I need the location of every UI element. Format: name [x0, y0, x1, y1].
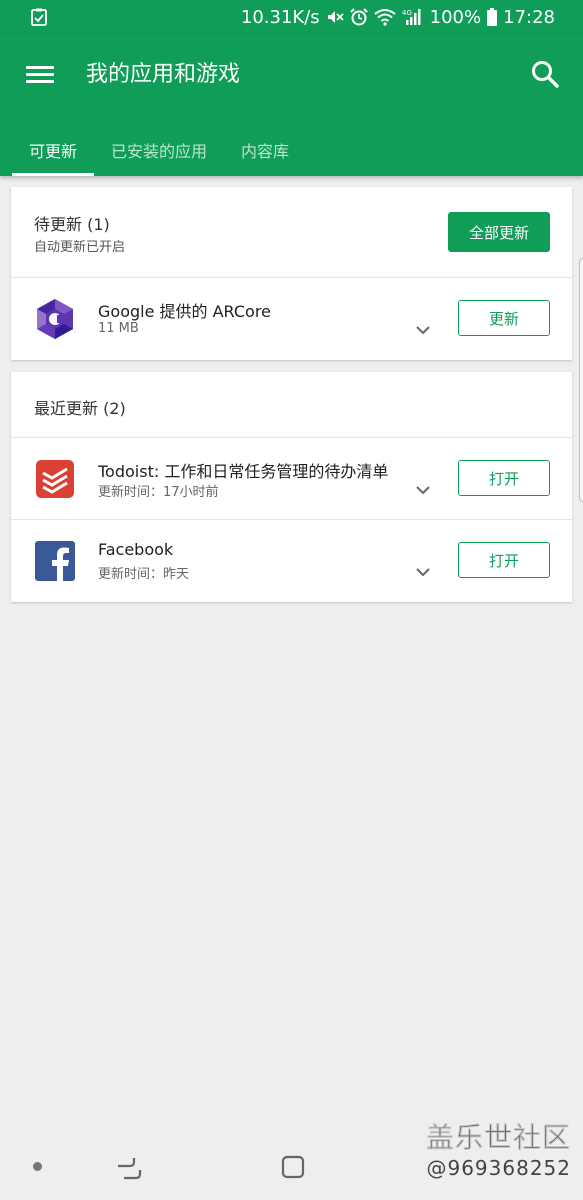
- recent-header: 最近更新 (2): [11, 372, 572, 438]
- open-button[interactable]: 打开: [458, 460, 550, 496]
- pending-updates-card: 待更新 (1) 自动更新已开启 全部更新 Google 提供的 ARCore 1…: [11, 187, 572, 360]
- tab-library[interactable]: 内容库: [224, 124, 306, 176]
- chevron-down-icon[interactable]: [414, 481, 432, 499]
- menu-icon[interactable]: [26, 62, 54, 88]
- chevron-down-icon[interactable]: [414, 321, 432, 339]
- facebook-icon: [35, 541, 75, 581]
- todoist-icon: [36, 460, 74, 498]
- svg-text:4G: 4G: [402, 9, 412, 17]
- search-icon[interactable]: [529, 58, 563, 92]
- app-row-todoist[interactable]: Todoist: 工作和日常任务管理的待办清单 更新时间：17小时前 打开: [11, 438, 572, 520]
- alarm-icon: [349, 8, 368, 26]
- page-title: 我的应用和游戏: [86, 62, 241, 87]
- open-button[interactable]: 打开: [458, 542, 550, 578]
- battery-percent: 100%: [429, 6, 482, 28]
- app-size: 11 MB: [98, 321, 139, 336]
- pending-header: 待更新 (1) 自动更新已开启 全部更新: [11, 187, 572, 278]
- clock: 17:28: [503, 6, 555, 28]
- update-time: 更新时间：17小时前: [98, 485, 219, 500]
- mute-icon: [327, 11, 344, 23]
- update-button[interactable]: 更新: [458, 300, 550, 336]
- screen: 10.31K/s 4G 100% 17:28 我的应用和游戏 可更新 已安装的应…: [0, 0, 583, 1200]
- update-all-button[interactable]: 全部更新: [448, 212, 550, 252]
- update-time: 更新时间：昨天: [98, 567, 190, 582]
- recent-title: 最近更新 (2): [34, 399, 126, 418]
- recent-updates-card: 最近更新 (2) Todoist: 工作和日常任务管理的待办清单 更新时间：17…: [11, 372, 572, 602]
- recent-apps-icon[interactable]: [114, 1154, 144, 1182]
- battery-icon: [487, 8, 498, 26]
- wifi-icon: [374, 9, 396, 26]
- app-name: Facebook: [98, 540, 174, 559]
- app-name: Todoist: 工作和日常任务管理的待办清单: [98, 462, 389, 481]
- app-name: Google 提供的 ARCore: [98, 302, 271, 321]
- home-icon[interactable]: [280, 1154, 306, 1180]
- signal-icon: 4G: [402, 9, 421, 25]
- app-row-arcore[interactable]: Google 提供的 ARCore 11 MB 更新: [11, 278, 572, 360]
- status-bar: 10.31K/s 4G 100% 17:28: [0, 0, 583, 34]
- tab-bar: 可更新 已安装的应用 内容库: [0, 124, 306, 176]
- tab-updates[interactable]: 可更新: [0, 124, 95, 176]
- edge-panel-handle[interactable]: [579, 258, 583, 502]
- tab-installed[interactable]: 已安装的应用: [94, 124, 224, 176]
- app-row-facebook[interactable]: Facebook 更新时间：昨天 打开: [11, 520, 572, 602]
- navigation-bar: [0, 1138, 583, 1200]
- auto-update-status: 自动更新已开启: [34, 240, 126, 255]
- chevron-down-icon[interactable]: [414, 563, 432, 581]
- pending-title: 待更新 (1): [34, 215, 110, 234]
- network-speed: 10.31K/s: [240, 6, 320, 28]
- nav-dot-icon[interactable]: [33, 1162, 42, 1171]
- task-check-icon: [31, 8, 47, 26]
- app-bar: 我的应用和游戏 可更新 已安装的应用 内容库: [0, 34, 583, 176]
- arcore-icon: [37, 299, 73, 339]
